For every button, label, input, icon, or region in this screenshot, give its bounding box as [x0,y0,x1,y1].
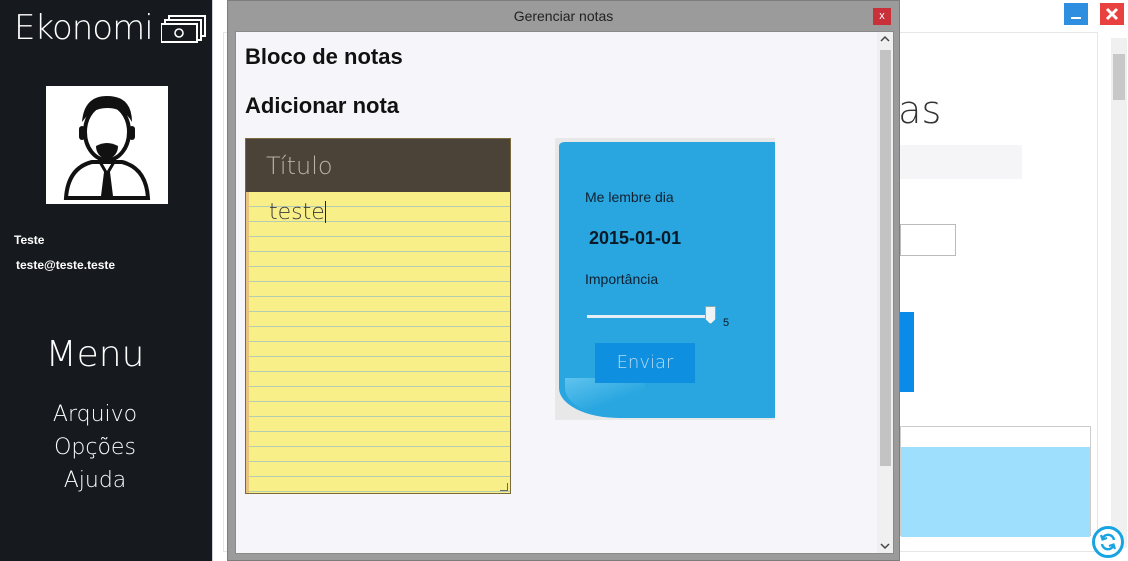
remind-date-value[interactable]: 2015-01-01 [589,228,681,249]
background-button[interactable] [900,312,914,392]
scroll-down-icon[interactable] [880,541,890,551]
background-table [900,426,1091,537]
dialog-close-button[interactable]: x [873,8,891,25]
dialog-title: Gerenciar notas [513,8,614,24]
app-root: Ekonomi Teste teste@teste.teste Menu Arq… [0,0,1128,561]
background-field[interactable] [900,145,1022,179]
user-avatar-icon [63,96,151,200]
background-input[interactable] [900,224,956,256]
background-scrollbar[interactable] [1111,38,1127,548]
add-note-heading: Adicionar nota [245,93,400,118]
user-email: teste@teste.teste [16,258,116,272]
brand-logo: Ekonomi [14,8,207,48]
note-pad: teste [245,138,511,494]
money-stack-icon [159,13,207,43]
manage-notes-dialog: Gerenciar notas x Bloco de notas Adicion… [227,0,900,561]
resize-grip-icon[interactable] [500,483,508,491]
avatar [46,86,168,204]
send-button[interactable]: Enviar [595,343,695,383]
importance-value: 5 [723,317,730,329]
note-title-input[interactable] [266,152,496,180]
note-body-value: teste [269,200,325,225]
importance-slider-track[interactable] [587,315,713,318]
background-scrollbar-thumb[interactable] [1113,54,1125,100]
refresh-icon[interactable] [1092,526,1124,558]
dialog-scrollbar[interactable] [877,32,893,553]
importance-label: Importância [585,271,659,287]
note-body-text: teste [269,200,326,225]
menu-item-opcoes[interactable]: Opções [0,431,190,464]
minimize-icon[interactable] [1064,3,1088,25]
notes-heading: Bloco de notas [245,44,403,69]
sidebar: Ekonomi Teste teste@teste.teste Menu Arq… [0,0,212,561]
importance-slider-thumb[interactable] [705,306,716,324]
brand-name: Ekonomi [14,8,154,48]
close-icon[interactable] [1100,3,1124,25]
user-name: Teste [14,233,45,247]
reminder-sticky-note: Me lembre dia 2015-01-01 Importância 5 E… [559,142,775,418]
remind-date-label: Me lembre dia [585,189,674,205]
sticky-curl [565,378,645,418]
reminder-card: Me lembre dia 2015-01-01 Importância 5 E… [555,138,775,420]
menu-list: Arquivo Opções Ajuda [0,398,190,497]
menu-item-arquivo[interactable]: Arquivo [0,398,190,431]
note-body-textarea[interactable]: teste [246,192,510,493]
menu-title: Menu [45,334,145,375]
note-title-bar [246,139,510,192]
scroll-up-icon[interactable] [880,34,890,44]
dialog-scrollbar-thumb[interactable] [880,50,891,466]
dialog-body: Bloco de notas Adicionar nota teste Me l… [235,31,894,554]
text-caret [324,201,326,223]
background-table-selected-row[interactable] [901,447,1090,537]
menu-item-ajuda[interactable]: Ajuda [0,464,190,497]
